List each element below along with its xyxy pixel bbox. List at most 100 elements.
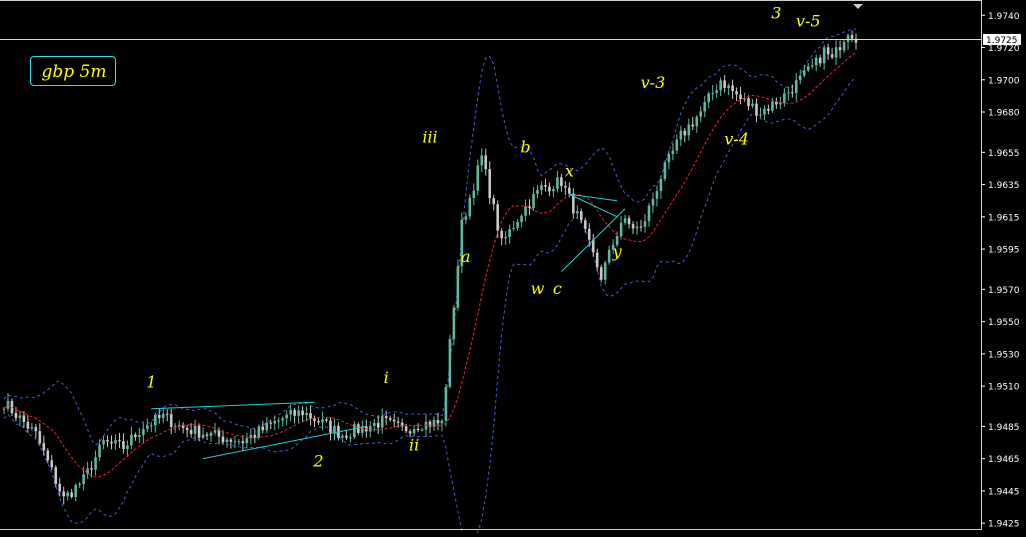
price-bar [225,437,229,448]
price-bar [265,417,269,434]
wave-label: b [520,137,530,156]
bar-body [540,185,543,191]
price-chart[interactable]: 12iiiiiiabxw cyv-3v-43 v-5 1.97401.97201.9… [0,0,1026,537]
price-bar [14,407,18,422]
price-bar [205,432,209,441]
bar-body [380,416,384,428]
bar-body [34,427,38,432]
bar-body [731,85,734,92]
bar-body [691,124,695,127]
price-bar [787,86,790,101]
price-bar [34,424,38,439]
price-bar [643,214,647,233]
price-bar [185,424,189,438]
price-bar [810,58,814,69]
bar-body [321,419,324,423]
price-bar [38,423,42,446]
bar-body [420,429,424,431]
y-tick-label: 1.9700 [988,76,1020,86]
bar-body [118,440,121,442]
bar-body [651,198,655,206]
price-bar [798,69,802,85]
price-bar [484,148,488,176]
bar-body [480,155,484,166]
bar-body [512,227,515,230]
bar-body [86,468,89,475]
bar-body [707,93,710,103]
bar-body [484,155,488,170]
bar-body [368,426,372,432]
bar-body [679,130,683,140]
price-bar [655,185,659,207]
price-bar [277,417,281,429]
bar-body [269,422,273,424]
price-bar [572,188,575,219]
price-bar [102,435,105,450]
bar-body [599,267,603,280]
price-bar [70,488,73,499]
bar-body [38,431,42,444]
price-bar [317,418,320,425]
price-bar [301,406,304,423]
price-bar [512,220,515,231]
price-bar [603,260,607,285]
price-bar [22,411,26,428]
price-bar [146,418,149,432]
price-bar [735,87,738,101]
bar-body [392,419,396,422]
bar-body [560,177,563,187]
price-bar [448,334,452,389]
bar-body [834,47,838,58]
bar-body [185,427,189,431]
y-tick-label: 1.9655 [988,149,1020,159]
trendline [561,208,626,272]
price-bar [42,435,46,456]
bar-body [583,220,587,229]
price-bar [520,213,523,228]
bar-body [587,228,591,240]
price-bar [591,233,595,257]
bar-body [500,230,503,239]
price-bar [249,428,253,445]
bar-body [229,439,233,442]
bar-body [687,124,691,136]
bar-body [432,420,436,427]
bar-body [516,222,519,228]
price-bar [150,422,153,433]
bar-body [161,413,165,418]
price-bar [361,420,364,438]
price-bar [388,415,392,422]
y-tick-label: 1.9615 [988,213,1020,223]
price-bar [341,433,344,443]
bar-body [142,429,145,436]
price-bar [26,415,30,433]
price-bar [142,422,145,443]
bar-body [26,421,30,429]
bar-body [436,420,440,424]
bar-body [564,186,567,188]
wave-label: y [612,242,623,261]
bar-body [536,190,539,195]
price-bar [679,125,683,147]
chart-area[interactable]: 1 2 i ii iii a b x w c y v-3 v-4 3 v-5 1.9740 1.9720 1.9… [0,0,1026,537]
bar-body [846,35,850,42]
price-bar [759,107,762,118]
bar-body [747,98,750,107]
price-bar [683,128,687,143]
wave-label: ii [409,436,419,455]
price-bar [556,170,559,193]
bar-body [639,226,643,228]
wave-label: iii [422,128,437,147]
price-bar [743,92,746,102]
price-bar [850,30,854,43]
bar-body [627,218,631,225]
bar-body [18,415,22,419]
bar-body [579,211,583,221]
price-bar [181,422,185,434]
price-bar [468,194,472,220]
price-bar [544,178,547,192]
bar-body [22,415,26,422]
bar-body [783,93,786,103]
wave-label: v-4 [724,129,749,148]
wave-label: c [553,279,562,298]
